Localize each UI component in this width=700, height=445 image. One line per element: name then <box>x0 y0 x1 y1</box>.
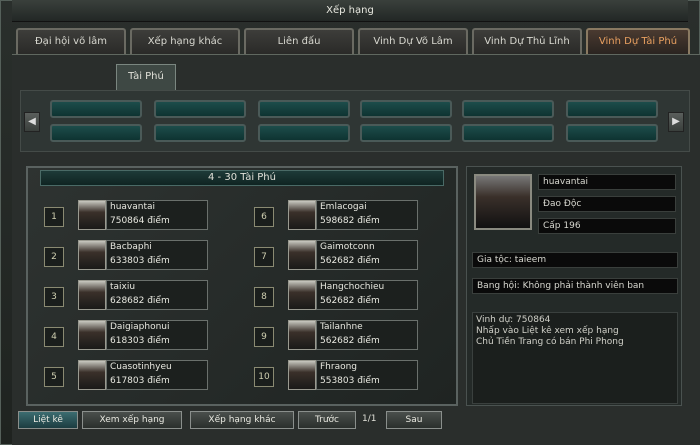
player-score: 617803 điểm <box>110 376 170 386</box>
window-title: Xếp hạng <box>12 0 688 22</box>
scroll-left-button[interactable]: ◀ <box>24 112 40 132</box>
player-portrait <box>474 174 532 230</box>
ranking-entry[interactable]: 7 Gaimotconn 562682 điểm <box>254 240 424 274</box>
reward-slot[interactable] <box>360 100 452 118</box>
page-indicator: 1/1 <box>362 414 377 424</box>
player-name: Emlacogai <box>320 202 367 212</box>
ranking-entry[interactable]: 4 Daigiaphonui 618303 điểm <box>44 320 214 354</box>
notes-line: Nhấp vào Liệt kê xem xếp hạng <box>476 326 619 336</box>
ranking-entry[interactable]: 5 Cuasotinhyeu 617803 điểm <box>44 360 214 394</box>
player-name: Hangchochieu <box>320 282 385 292</box>
player-name: Fhraong <box>320 362 358 372</box>
player-name: Tailanhne <box>320 322 363 332</box>
player-score: 562682 điểm <box>320 296 380 306</box>
rank-number: 10 <box>254 367 274 387</box>
ranking-entry[interactable]: 8 Hangchochieu 562682 điểm <box>254 280 424 314</box>
reward-slot[interactable] <box>566 100 658 118</box>
avatar <box>78 240 106 270</box>
notes-line: Chủ Tiền Trang có bán Phi Phong <box>476 337 624 347</box>
player-score: 633803 điểm <box>110 256 170 266</box>
subtab-tai-phu[interactable]: Tài Phú <box>116 64 176 90</box>
tab-bar: Đại hội võ lâm Xếp hạng khác Liên đấu Vi… <box>16 28 692 54</box>
rank-number: 3 <box>44 287 64 307</box>
tab-vinh-du-tai-phu[interactable]: Vinh Dự Tài Phú <box>586 28 690 54</box>
next-button[interactable]: Sau <box>386 411 442 429</box>
player-score: 628682 điểm <box>110 296 170 306</box>
profile-notes: Vinh dự: 750864 Nhấp vào Liệt kê xem xếp… <box>472 312 678 404</box>
player-name: taixiu <box>110 282 136 292</box>
avatar <box>78 320 106 350</box>
prev-button[interactable]: Trước <box>298 411 356 429</box>
rank-number: 2 <box>44 247 64 267</box>
reward-slot[interactable] <box>154 100 246 118</box>
player-score: 562682 điểm <box>320 336 380 346</box>
tab-vinh-du-thu-linh[interactable]: Vinh Dự Thủ Lĩnh <box>472 28 582 54</box>
rank-number: 1 <box>44 207 64 227</box>
ranking-header: 4 - 30 Tài Phú <box>40 170 444 186</box>
rank-number: 5 <box>44 367 64 387</box>
avatar <box>288 240 316 270</box>
ranking-entry[interactable]: 2 Bacbaphi 633803 điểm <box>44 240 214 274</box>
player-score: 598682 điểm <box>320 216 380 226</box>
reward-slot[interactable] <box>50 100 142 118</box>
avatar <box>288 360 316 390</box>
player-score: 750864 điểm <box>110 216 170 226</box>
avatar <box>288 320 316 350</box>
ranking-entry[interactable]: 1 huavantai 750864 điểm <box>44 200 214 234</box>
tab-lien-dau[interactable]: Liên đấu <box>244 28 354 54</box>
ranking-entry[interactable]: 6 Emlacogai 598682 điểm <box>254 200 424 234</box>
ranking-entry[interactable]: 10 Fhraong 553803 điểm <box>254 360 424 394</box>
ranking-entry[interactable]: 3 taixiu 628682 điểm <box>44 280 214 314</box>
notes-line: Vinh dự: 750864 <box>476 315 551 325</box>
tab-xep-hang-khac[interactable]: Xếp hạng khác <box>130 28 240 54</box>
player-name: Cuasotinhyeu <box>110 362 172 372</box>
rank-number: 4 <box>44 327 64 347</box>
other-ranking-button[interactable]: Xếp hạng khác <box>190 411 294 429</box>
reward-slot[interactable] <box>462 100 554 118</box>
avatar <box>78 360 106 390</box>
scroll-right-button[interactable]: ▶ <box>668 112 684 132</box>
rank-number: 8 <box>254 287 274 307</box>
avatar <box>288 200 316 230</box>
view-ranking-button[interactable]: Xem xếp hạng <box>82 411 182 429</box>
reward-slot[interactable] <box>258 124 350 142</box>
avatar <box>288 280 316 310</box>
player-name: huavantai <box>110 202 156 212</box>
rank-number: 7 <box>254 247 274 267</box>
profile-guild: Bang hội: Không phải thành viên ban <box>472 278 678 294</box>
ranking-entry[interactable]: 9 Tailanhne 562682 điểm <box>254 320 424 354</box>
player-name: Gaimotconn <box>320 242 375 252</box>
rank-number: 9 <box>254 327 274 347</box>
avatar <box>78 280 106 310</box>
reward-slot[interactable] <box>50 124 142 142</box>
profile-family: Gia tộc: taieem <box>472 252 678 268</box>
profile-level: Cấp 196 <box>538 218 676 234</box>
player-name: Bacbaphi <box>110 242 152 252</box>
profile-faction: Đao Độc <box>538 196 676 212</box>
reward-slot[interactable] <box>462 124 554 142</box>
player-name: Daigiaphonui <box>110 322 170 332</box>
player-score: 562682 điểm <box>320 256 380 266</box>
player-score: 553803 điểm <box>320 376 380 386</box>
reward-slot[interactable] <box>154 124 246 142</box>
reward-slot[interactable] <box>360 124 452 142</box>
reward-slot[interactable] <box>566 124 658 142</box>
tab-vinh-du-vo-lam[interactable]: Vinh Dự Võ Lâm <box>358 28 468 54</box>
tab-dai-hoi-vo-lam[interactable]: Đại hội võ lâm <box>16 28 126 54</box>
profile-name: huavantai <box>538 174 676 190</box>
list-button[interactable]: Liệt kê <box>18 411 78 429</box>
avatar <box>78 200 106 230</box>
reward-slot[interactable] <box>258 100 350 118</box>
rank-number: 6 <box>254 207 274 227</box>
player-score: 618303 điểm <box>110 336 170 346</box>
